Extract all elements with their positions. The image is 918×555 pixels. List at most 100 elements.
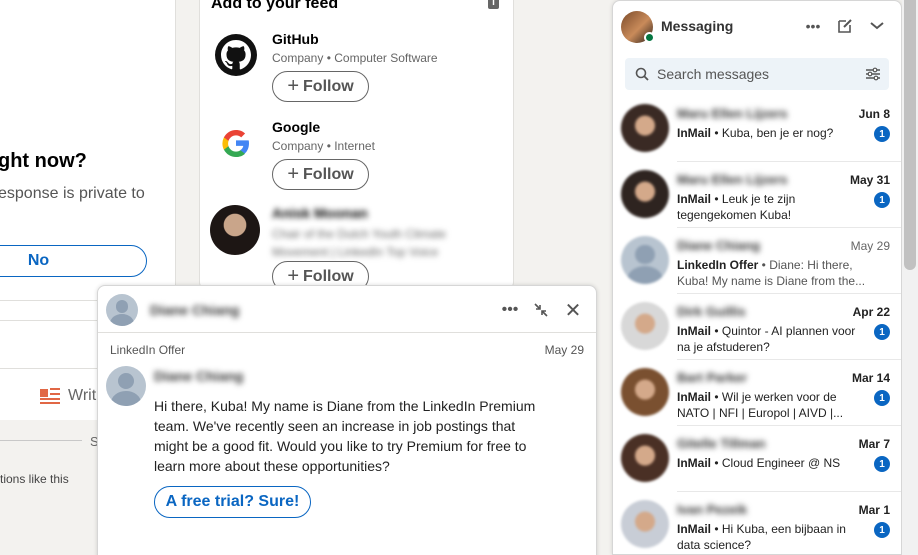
suggestion-meta: Company • Internet [272,139,375,153]
unread-badge: 1 [874,192,890,208]
conversation-date: May 29 [544,343,584,357]
avatar[interactable] [621,236,669,284]
conversation-date: Jun 8 [858,107,890,121]
github-logo-icon[interactable] [212,31,260,79]
conversation-list-item[interactable]: Maru Ellen Lijzers May 31 InMail • Leuk je… [613,162,901,228]
message-tag: InMail [677,456,712,470]
free-trial-button[interactable]: A free trial? Sure! [154,486,311,518]
message-body: Hi there, Kuba! My name is Diane from th… [154,398,536,474]
conversation-preview: InMail • Kuba, ben je er nog? [677,126,834,140]
message-tag: InMail [677,522,712,536]
messaging-header[interactable]: Messaging ••• [613,1,901,51]
conversation-date: Mar 1 [858,503,890,517]
avatar[interactable] [621,368,669,416]
more-options-icon[interactable]: ••• [498,298,522,322]
conversation-date: May 31 [849,173,890,187]
conversation-name: Dirk Guillis [677,304,746,319]
conversation-name: Diane Chiang [677,238,761,253]
unread-badge: 1 [874,324,890,340]
article-icon [40,388,60,404]
messaging-title[interactable]: Messaging [661,18,733,34]
avatar[interactable] [621,302,669,350]
avatar[interactable] [210,205,260,255]
follow-button[interactable]: + Follow [272,159,369,190]
message-tag: InMail [677,324,712,338]
conversation-preview: InMail • Cloud Engineer @ NS [677,456,841,470]
messaging-panel: Messaging ••• Search messages Maru Ellen… [612,0,902,555]
conversation-header[interactable]: Diane Chiang ••• ✕ [98,286,596,333]
conversation-date: Apr 22 [852,305,890,319]
conversation-preview: InMail • Wil je werken voor de NATO | NF… [677,390,844,420]
feed-options-text: tions like this [0,472,69,486]
conversation-name: Maru Ellen Lijzers [677,106,788,121]
unread-badge: 1 [874,522,890,538]
avatar[interactable] [106,366,146,406]
message-tag: InMail [677,192,712,206]
scrollbar[interactable] [902,0,918,555]
conversation-list-item[interactable]: Ivan Pezeik Mar 1 InMail • Hi Kuba, een bi… [613,492,901,554]
sender-name[interactable]: Diane Chiang [154,368,243,384]
more-options-icon[interactable]: ••• [801,15,825,37]
conversation-list-item[interactable]: Bart Parker Mar 14 InMail • Wil je werken … [613,360,901,426]
conversation-date: Mar 7 [858,437,890,451]
message-tag: InMail [677,390,712,404]
unread-badge: 1 [874,126,890,142]
conversation-name[interactable]: Diane Chiang [150,302,239,318]
google-logo-icon[interactable] [212,119,260,167]
compose-icon[interactable] [833,15,857,37]
preview-text: Cloud Engineer @ NS [721,456,841,470]
collapse-icon[interactable] [529,298,553,322]
chevron-down-icon[interactable] [865,15,889,37]
conversation-list-item[interactable]: Gitelle Tillman Mar 7 InMail • Cloud Engin… [613,426,901,492]
conversation-name: Bart Parker [677,370,748,385]
suggestion-name[interactable]: GitHub [272,31,319,47]
poll-no-button[interactable]: No [0,245,147,277]
search-icon [635,67,649,81]
filter-icon[interactable] [865,67,881,81]
conversation-subject: LinkedIn Offer [110,343,186,357]
avatar[interactable] [621,500,669,548]
avatar[interactable] [106,294,138,326]
suggestion-name[interactable]: Google [272,119,320,135]
message-tag: InMail [677,126,712,140]
unread-badge: 1 [874,456,890,472]
poll-question: ght now? [0,150,87,172]
search-placeholder: Search messages [657,66,770,82]
conversation-name: Maru Ellen Lijzers [677,172,788,187]
search-input[interactable]: Search messages [625,58,889,90]
plus-icon: + [287,264,300,287]
plus-icon: + [287,162,300,185]
write-article-button[interactable]: Writ [40,387,96,405]
conversation-list-item[interactable]: Diane Chiang May 29 LinkedIn Offer • Diane… [613,228,901,294]
conversation-date: Mar 14 [851,371,890,385]
conversation-preview: InMail • Leuk je te zijn tegengekomen Ku… [677,192,796,222]
info-icon[interactable]: i [488,0,499,9]
conversation-name: Ivan Pezeik [677,502,748,517]
add-to-feed-card: Add to your feed i GitHub Company • Comp… [199,0,514,292]
suggestion-name[interactable]: Anisk Moonan [272,205,368,221]
conversation-preview: InMail • Quintor - AI plannen voor na je… [677,324,856,354]
suggestion-meta: Chair of the Dutch Youth Climate Movemen… [272,227,447,259]
conversation-preview: LinkedIn Offer • Diane: Hi there, Kuba! … [677,258,866,288]
close-icon[interactable]: ✕ [561,298,585,322]
conversation-preview: InMail • Hi Kuba, een bijbaan in data sc… [677,522,846,552]
preview-text: Kuba, ben je er nog? [721,126,834,140]
conversation-list-item[interactable]: Dirk Guillis Apr 22 InMail • Quintor - AI … [613,294,901,360]
conversation-list-item[interactable]: Maru Ellen Lijzers Jun 8 InMail • Kuba, be… [613,96,901,162]
unread-badge: 1 [874,390,890,406]
avatar[interactable] [621,434,669,482]
feed-title: Add to your feed [211,0,339,12]
section-divider [0,440,82,441]
suggestion-meta: Company • Computer Software [272,51,438,65]
avatar[interactable] [621,104,669,152]
conversation-window: Diane Chiang ••• ✕ LinkedIn Offer May 29… [97,285,597,555]
conversation-name: Gitelle Tillman [677,436,766,451]
conversation-date: May 29 [850,239,890,253]
message-tag: LinkedIn Offer [677,258,759,272]
poll-privacy-note: esponse is private to [0,185,145,202]
plus-icon: + [287,74,300,97]
avatar[interactable] [621,170,669,218]
scroll-thumb[interactable] [904,0,916,270]
follow-button[interactable]: + Follow [272,71,369,102]
online-status-icon [644,32,655,43]
